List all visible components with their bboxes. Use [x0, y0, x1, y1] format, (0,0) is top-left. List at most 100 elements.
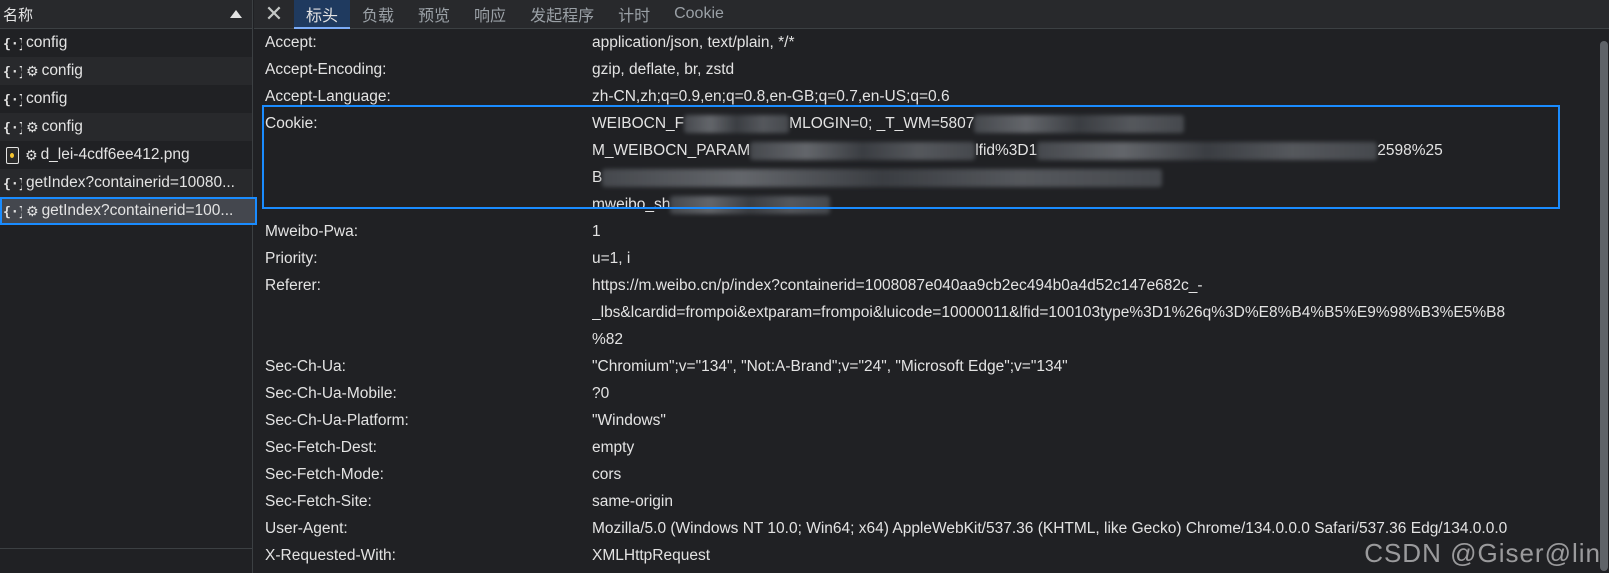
- request-row[interactable]: {·} getIndex?containerid=10080...: [0, 169, 252, 197]
- redacted-blur: [602, 168, 1163, 187]
- header-value[interactable]: zh-CN,zh;q=0.9,en;q=0.8,en-GB;q=0.7,en-U…: [592, 83, 1532, 110]
- header-value[interactable]: empty: [592, 434, 1532, 461]
- header-value-line: gzip, deflate, br, zstd: [592, 61, 735, 78]
- request-name: config: [41, 62, 83, 79]
- redacted-blur: [750, 141, 976, 160]
- tab-response[interactable]: 响应: [462, 0, 518, 28]
- header-row: Accept-Encoding: gzip, deflate, br, zstd: [254, 56, 1609, 83]
- request-row[interactable]: {·} config: [0, 29, 252, 57]
- header-value[interactable]: WEIBOCN_F MLOGIN=0; _T_WM=5807 M_WEIBOCN_P…: [592, 110, 1532, 218]
- image-icon: [6, 146, 19, 164]
- json-icon: {·}: [3, 93, 22, 107]
- svg-text:{·}: {·}: [3, 177, 22, 191]
- cookie-fragment: lfid%3D1: [975, 142, 1038, 159]
- request-list-header[interactable]: 名称: [0, 0, 252, 29]
- header-name: Cookie:: [265, 115, 318, 132]
- service-worker-gear-icon: ⚙: [26, 118, 39, 135]
- tab-cookies[interactable]: Cookie: [662, 0, 736, 28]
- request-row[interactable]: ⚙ d_lei-4cdf6ee412.png: [0, 141, 252, 169]
- header-name: Sec-Fetch-Site:: [265, 493, 372, 510]
- header-value-line: _lbs&lcardid=frompoi&extparam=frompoi&lu…: [592, 304, 1506, 321]
- header-name: X-Requested-With:: [265, 547, 396, 564]
- header-value-line: M_WEIBOCN_PARAM: [592, 142, 751, 159]
- redacted-blur: [670, 195, 831, 214]
- request-details: ✕ 标头 负载 预览 响应 发起程序 计时 Cookie Accept: appl…: [254, 0, 1609, 573]
- header-row: Accept-Language: zh-CN,zh;q=0.9,en;q=0.8,…: [254, 83, 1609, 110]
- header-row: Sec-Ch-Ua: "Chromium";v="134", "Not:A-Bra…: [254, 353, 1609, 380]
- header-name: Accept:: [265, 34, 317, 51]
- header-value-line: 1: [592, 223, 601, 240]
- header-value-line: u=1, i: [592, 250, 631, 267]
- header-name: Sec-Fetch-Dest:: [265, 439, 377, 456]
- svg-text:{·}: {·}: [3, 37, 22, 51]
- header-value[interactable]: https://m.weibo.cn/p/index?containerid=1…: [592, 272, 1532, 353]
- header-value-line: %82: [592, 331, 624, 348]
- header-value[interactable]: application/json, text/plain, */*: [592, 29, 1532, 56]
- header-value-line: "Chromium";v="134", "Not:A-Brand";v="24"…: [592, 358, 1068, 375]
- watermark: CSDN @Giser@lin: [1364, 538, 1601, 568]
- redacted-blur: [1037, 141, 1378, 160]
- header-value[interactable]: u=1, i: [592, 245, 1532, 272]
- header-value[interactable]: 1: [592, 218, 1532, 245]
- scrollbar-thumb[interactable]: [1600, 41, 1608, 571]
- service-worker-gear-icon: ⚙: [26, 62, 39, 79]
- tab-payload[interactable]: 负载: [350, 0, 406, 28]
- sort-ascending-icon[interactable]: [230, 10, 242, 18]
- header-value-line: Mozilla/5.0 (Windows NT 10.0; Win64; x64…: [592, 520, 1508, 537]
- svg-text:{·}: {·}: [3, 121, 22, 135]
- request-name: d_lei-4cdf6ee412.png: [40, 146, 190, 163]
- header-row: Sec-Ch-Ua-Mobile: ?0: [254, 380, 1609, 407]
- header-value-line: cors: [592, 466, 622, 483]
- header-row: Priority: u=1, i: [254, 245, 1609, 272]
- cookie-fragment: MLOGIN=0; _T_WM=5807: [789, 115, 975, 132]
- header-row: Sec-Fetch-Site: same-origin: [254, 488, 1609, 515]
- json-icon: {·}: [3, 121, 22, 135]
- request-row[interactable]: {·} ⚙config: [0, 113, 252, 141]
- header-name: Sec-Ch-Ua-Platform:: [265, 412, 409, 429]
- close-icon[interactable]: ✕: [254, 0, 294, 28]
- devtools-network-panel: 名称 {·}config{·}⚙config{·}config{·}⚙confi…: [0, 0, 1609, 573]
- svg-text:{·}: {·}: [3, 93, 22, 107]
- header-name: Sec-Fetch-Mode:: [265, 466, 384, 483]
- scrollbar[interactable]: [1599, 29, 1609, 573]
- tab-initiator[interactable]: 发起程序: [518, 0, 606, 28]
- cookie-fragment: 2598%25: [1377, 142, 1443, 159]
- header-value-line: empty: [592, 439, 635, 456]
- header-value[interactable]: ?0: [592, 380, 1532, 407]
- header-name: Mweibo-Pwa:: [265, 223, 359, 240]
- svg-text:{·}: {·}: [3, 65, 22, 79]
- header-value[interactable]: cors: [592, 461, 1532, 488]
- header-value[interactable]: same-origin: [592, 488, 1532, 515]
- header-name: Priority:: [265, 250, 318, 267]
- header-value-line: mweibo_sh: [592, 196, 671, 213]
- tab-preview[interactable]: 预览: [406, 0, 462, 28]
- json-icon: {·}: [3, 177, 22, 191]
- header-value[interactable]: "Windows": [592, 407, 1532, 434]
- header-row: Sec-Ch-Ua-Platform: "Windows": [254, 407, 1609, 434]
- request-row[interactable]: {·} ⚙getIndex?containerid=100...: [0, 197, 257, 225]
- tab-headers[interactable]: 标头: [294, 0, 351, 29]
- header-row: Accept: application/json, text/plain, */*: [254, 29, 1609, 56]
- header-name: User-Agent:: [265, 520, 348, 537]
- request-name: config: [26, 34, 68, 51]
- header-row: Mweibo-Pwa: 1: [254, 218, 1609, 245]
- header-value-line: zh-CN,zh;q=0.9,en;q=0.8,en-GB;q=0.7,en-U…: [592, 88, 950, 105]
- request-row[interactable]: {·} ⚙config: [0, 57, 252, 85]
- header-value-line: application/json, text/plain, */*: [592, 34, 795, 51]
- json-icon: {·}: [3, 37, 22, 51]
- request-row[interactable]: {·} config: [0, 85, 252, 113]
- header-name: Accept-Language:: [265, 88, 391, 105]
- json-icon: {·}: [3, 65, 22, 79]
- header-value[interactable]: "Chromium";v="134", "Not:A-Brand";v="24"…: [592, 353, 1532, 380]
- json-icon: {·}: [3, 205, 22, 219]
- name-column-header[interactable]: 名称: [3, 4, 33, 25]
- header-value-line: "Windows": [592, 412, 666, 429]
- request-name: config: [26, 90, 68, 107]
- tab-timing[interactable]: 计时: [606, 0, 662, 28]
- header-value-line: XMLHttpRequest: [592, 547, 711, 564]
- header-name: Sec-Ch-Ua-Mobile:: [265, 385, 397, 402]
- header-value[interactable]: gzip, deflate, br, zstd: [592, 56, 1532, 83]
- header-value-line: WEIBOCN_F: [592, 115, 685, 132]
- header-value-line: https://m.weibo.cn/p/index?containerid=1…: [592, 277, 1203, 294]
- svg-text:{·}: {·}: [3, 205, 22, 219]
